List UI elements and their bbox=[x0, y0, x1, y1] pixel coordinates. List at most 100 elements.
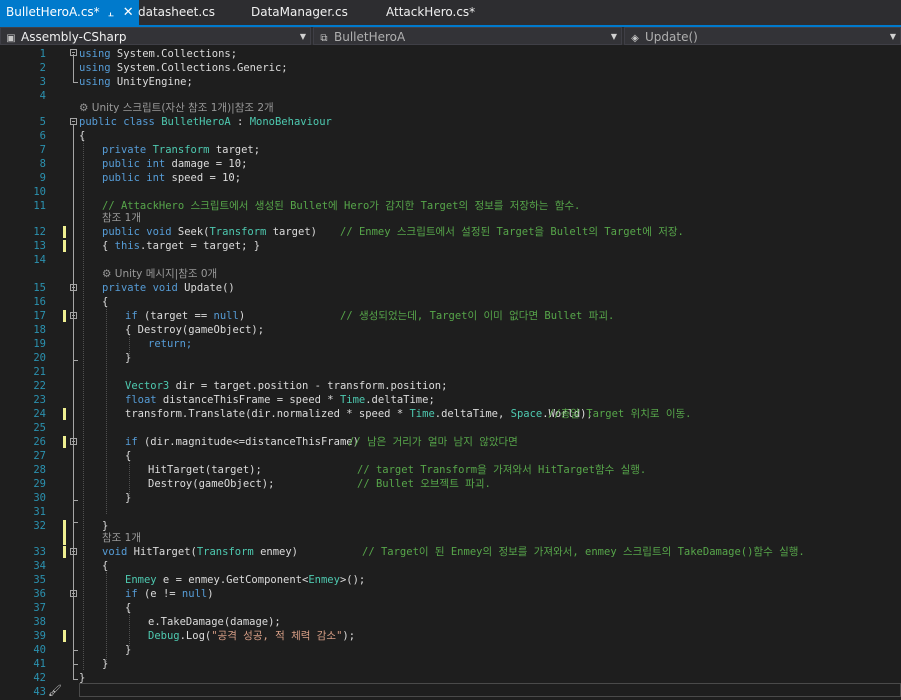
comment: // Enmey 스크립트에서 설정된 Target을 Bulelt의 Targ… bbox=[340, 226, 684, 238]
code-line[interactable]: 23 float distanceThisFrame = speed * Tim… bbox=[0, 393, 901, 407]
code-line[interactable]: 25 bbox=[0, 421, 901, 435]
collapse-icon[interactable] bbox=[70, 548, 77, 555]
tab-datasheet[interactable]: datasheet.cs bbox=[138, 0, 215, 25]
code-line[interactable]: 38 e.TakeDamage(damage); bbox=[0, 615, 901, 629]
debug-log-call: Debug.Log("공격 성공, 적 체력 감소"); bbox=[148, 630, 356, 642]
change-marker bbox=[63, 310, 66, 322]
project-dropdown[interactable]: ▣ Assembly-CSharp ▼ bbox=[0, 27, 311, 45]
method-icon: ◈ bbox=[631, 33, 639, 44]
collapse-icon[interactable] bbox=[70, 438, 77, 445]
codelens-unity-message[interactable]: ⚙ Unity 메시지|참조 0개 bbox=[102, 267, 217, 281]
field-declaration: public int damage = 10; bbox=[102, 158, 248, 170]
codelens-unity-script[interactable]: ⚙ Unity 스크립트(자산 참조 1개)|참조 2개 bbox=[79, 101, 274, 115]
line-number: 23 bbox=[33, 394, 46, 406]
csharp-project-icon: ▣ bbox=[6, 33, 16, 44]
comment: // Target이 된 Enmey의 정보를 가져와서, enmey 스크립트… bbox=[362, 546, 805, 558]
code-line[interactable]: 28 HitTarget(target); // target Transfor… bbox=[0, 463, 901, 477]
codelens-row: ⚙ Unity 메시지|참조 0개 bbox=[0, 267, 901, 281]
code-line[interactable]: 9 public int speed = 10; bbox=[0, 171, 901, 185]
code-line[interactable]: 34 { bbox=[0, 559, 901, 573]
code-text: e.TakeDamage(damage); bbox=[148, 616, 281, 628]
codelens-text: Unity 메시지|참조 0개 bbox=[114, 268, 218, 280]
comment: //총알 Target 위치로 이동. bbox=[548, 408, 692, 420]
tab-datamanager[interactable]: DataManager.cs bbox=[251, 0, 348, 25]
code-line[interactable]: 39 Debug.Log("공격 성공, 적 체력 감소"); bbox=[0, 629, 901, 643]
line-number: 20 bbox=[33, 352, 46, 364]
code-line[interactable]: 20 } bbox=[0, 351, 901, 365]
code-line[interactable]: 14 bbox=[0, 253, 901, 267]
code-line[interactable]: 7 private Transform target; bbox=[0, 143, 901, 157]
code-line[interactable]: 41 } bbox=[0, 657, 901, 671]
code-line[interactable]: 12 public void Seek(Transform target) //… bbox=[0, 225, 901, 239]
field-declaration: public int speed = 10; bbox=[102, 172, 242, 184]
line-number: 28 bbox=[33, 464, 46, 476]
if-statement: if (dir.magnitude<=distanceThisFrame) bbox=[125, 436, 359, 448]
code-text: { Destroy(gameObject); bbox=[125, 324, 265, 336]
quick-actions-brush-icon[interactable]: 🖌 bbox=[48, 684, 62, 697]
code-line[interactable]: 33 void HitTarget(Transform enmey) // Ta… bbox=[0, 545, 901, 559]
line-number: 17 bbox=[33, 310, 46, 322]
line-number: 38 bbox=[33, 616, 46, 628]
tab-bullethero-a[interactable]: BulletHeroA.cs* ⫠ ✕ bbox=[0, 0, 139, 25]
line-number: 25 bbox=[33, 422, 46, 434]
collapse-icon[interactable] bbox=[70, 590, 77, 597]
code-line[interactable]: 1 using System.Collections; bbox=[0, 47, 901, 61]
code-line[interactable]: 40 } bbox=[0, 643, 901, 657]
line-number: 10 bbox=[33, 186, 46, 198]
method-declaration: public void Seek(Transform target) bbox=[102, 226, 317, 238]
line-number: 1 bbox=[39, 48, 46, 60]
class-dropdown[interactable]: ⧉ BulletHeroA ▼ bbox=[313, 27, 622, 45]
code-text: } bbox=[102, 658, 109, 670]
line-number: 16 bbox=[33, 296, 46, 308]
code-line[interactable]: 8 public int damage = 10; bbox=[0, 157, 901, 171]
line-number: 39 bbox=[33, 630, 46, 642]
code-editor[interactable]: 1 using System.Collections; 2 using Syst… bbox=[0, 45, 901, 700]
line-number: 29 bbox=[33, 478, 46, 490]
code-line[interactable]: 17 if (target == null) // 생성되었는데, Target… bbox=[0, 309, 901, 323]
codelens-row: ⚙ Unity 스크립트(자산 참조 1개)|참조 2개 bbox=[0, 101, 901, 115]
method-body: { this.target = target; } bbox=[102, 240, 261, 252]
collapse-icon[interactable] bbox=[70, 312, 77, 319]
change-marker bbox=[63, 226, 66, 238]
code-line[interactable]: 26 if (dir.magnitude<=distanceThisFrame)… bbox=[0, 435, 901, 449]
code-line[interactable]: 16 { bbox=[0, 295, 901, 309]
collapse-icon[interactable] bbox=[70, 49, 77, 56]
line-number: 36 bbox=[33, 588, 46, 600]
class-label: BulletHeroA bbox=[334, 30, 406, 44]
code-line[interactable]: 36 if (e != null) bbox=[0, 587, 901, 601]
method-declaration: void HitTarget(Transform enmey) bbox=[102, 546, 299, 558]
collapse-icon[interactable] bbox=[70, 284, 77, 291]
line-number: 19 bbox=[33, 338, 46, 350]
member-dropdown[interactable]: ◈ Update() ▼ bbox=[624, 27, 901, 45]
code-line[interactable]: 29 Destroy(gameObject); // Bullet 오브젝트 파… bbox=[0, 477, 901, 491]
line-number: 41 bbox=[33, 658, 46, 670]
codelens-references[interactable]: 참조 1개 bbox=[102, 211, 141, 225]
document-tab-bar: BulletHeroA.cs* ⫠ ✕ datasheet.cs DataManag… bbox=[0, 0, 901, 27]
code-line[interactable]: 22 Vector3 dir = target.position - trans… bbox=[0, 379, 901, 393]
code-line[interactable]: 13 { this.target = target; } bbox=[0, 239, 901, 253]
pin-icon[interactable]: ⫠ bbox=[108, 8, 114, 19]
code-line[interactable]: 2 using System.Collections.Generic; bbox=[0, 61, 901, 75]
code-line[interactable]: 24 transform.Translate(dir.normalized * … bbox=[0, 407, 901, 421]
code-line[interactable]: 30 } bbox=[0, 491, 901, 505]
code-line[interactable]: 37 { bbox=[0, 601, 901, 615]
codelens-references[interactable]: 참조 1개 bbox=[102, 531, 141, 545]
code-line[interactable]: 10 bbox=[0, 185, 901, 199]
code-text: HitTarget(target); bbox=[148, 464, 262, 476]
code-line[interactable]: 18 { Destroy(gameObject); bbox=[0, 323, 901, 337]
code-line[interactable]: 27 { bbox=[0, 449, 901, 463]
code-line[interactable]: 31 bbox=[0, 505, 901, 519]
code-line[interactable]: 15 private void Update() bbox=[0, 281, 901, 295]
code-line[interactable]: 21 bbox=[0, 365, 901, 379]
code-line[interactable]: 3 using UnityEngine; bbox=[0, 75, 901, 89]
line-number: 34 bbox=[33, 560, 46, 572]
code-line[interactable]: 19 return; bbox=[0, 337, 901, 351]
code-line[interactable]: 35 Enmey e = enmey.GetComponent<Enmey>()… bbox=[0, 573, 901, 587]
code-line[interactable]: 5 public class BulletHeroA : MonoBehavio… bbox=[0, 115, 901, 129]
tab-attackhero[interactable]: AttackHero.cs* bbox=[386, 0, 475, 25]
line-number: 37 bbox=[33, 602, 46, 614]
code-line[interactable]: 6 { bbox=[0, 129, 901, 143]
comment: // target Transform을 가져와서 HitTarget함수 실행… bbox=[357, 464, 647, 476]
collapse-icon[interactable] bbox=[70, 118, 77, 125]
close-icon[interactable]: ✕ bbox=[123, 5, 134, 20]
